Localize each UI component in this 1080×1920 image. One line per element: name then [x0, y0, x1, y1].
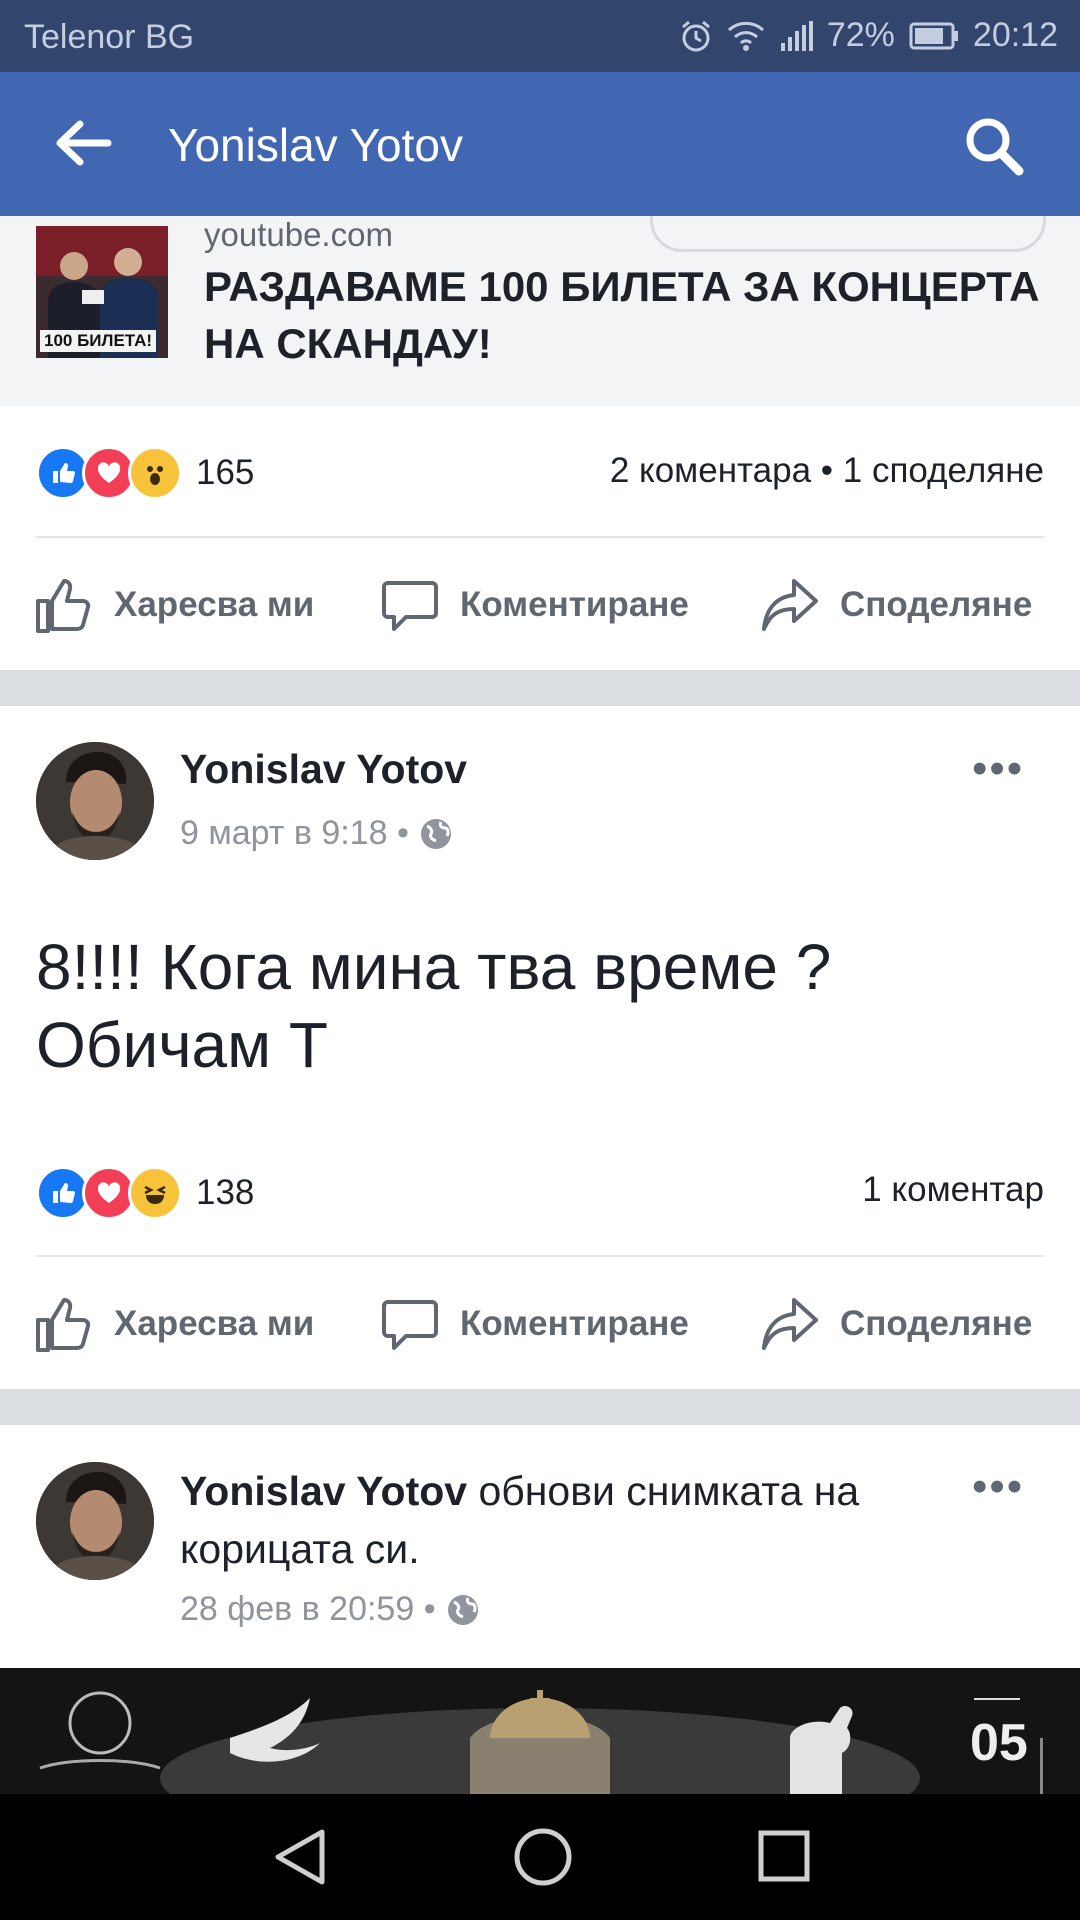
post-actions: Харесва ми Коментиране Споделяне [0, 548, 1080, 658]
back-triangle-icon[interactable] [270, 1826, 330, 1893]
feed-separator [0, 670, 1080, 706]
avatar[interactable] [36, 742, 154, 860]
status-bar: Telenor BG 72% 20:12 [0, 0, 1080, 72]
like-label: Харесва ми [114, 1304, 315, 1343]
comment-bubble-icon [382, 1300, 438, 1350]
like-button[interactable]: Харесва ми [34, 575, 314, 635]
globe-icon [446, 1593, 480, 1627]
system-nav-bar [0, 1794, 1080, 1920]
post-author[interactable]: Yonislav Yotov [180, 746, 467, 793]
clock: 20:12 [972, 16, 1058, 54]
timestamp-text: 28 фев в 20:59 • [180, 1590, 436, 1628]
share-arrow-icon [762, 579, 818, 631]
like-button[interactable]: Харесва ми [34, 1294, 314, 1354]
cover-date-text: 05 [970, 1714, 1028, 1772]
post-actions: Харесва ми Коментиране Споделяне [0, 1267, 1080, 1377]
thumbs-up-icon [36, 579, 91, 633]
avatar[interactable] [36, 1462, 154, 1580]
battery-percent: 72% [826, 16, 895, 54]
post-author[interactable]: Yonislav Yotov [180, 1468, 467, 1514]
globe-icon [419, 817, 453, 851]
battery-icon [909, 22, 959, 50]
reaction-summary[interactable]: 165 [36, 446, 254, 500]
share-button[interactable]: Споделяне [760, 1294, 1032, 1354]
comment-button[interactable]: Коментиране [380, 575, 689, 635]
link-thumbnail[interactable]: 100 БИЛЕТА! [36, 226, 168, 358]
link-preview[interactable]: 100 БИЛЕТА! youtube.com РАЗДАВАМЕ 100 БИ… [0, 216, 1080, 406]
divider [36, 536, 1044, 538]
cover-photo[interactable]: 05 [0, 1668, 1080, 1794]
link-domain: youtube.com [204, 216, 393, 253]
haha-reaction-icon [128, 1166, 182, 1220]
wifi-icon [727, 20, 765, 52]
comment-bubble-icon [382, 581, 438, 631]
recents-square-icon[interactable] [756, 1828, 812, 1889]
more-options-icon[interactable]: ••• [972, 744, 1024, 794]
link-button-edge[interactable] [650, 216, 1046, 252]
share-label: Споделяне [840, 1304, 1033, 1343]
status-icons: 72% 20:12 [679, 16, 1058, 55]
share-label: Споделяне [840, 585, 1033, 624]
alarm-icon [679, 19, 713, 53]
wow-reaction-icon [128, 446, 182, 500]
post-header-text: Yonislav Yotov обнови снимката на корица… [180, 1462, 950, 1578]
home-circle-icon[interactable] [512, 1826, 574, 1893]
comments-shares-count[interactable]: 2 коментара • 1 споделяне [610, 451, 1044, 491]
thumbs-up-icon [36, 1298, 91, 1352]
comments-count[interactable]: 1 коментар [862, 1170, 1044, 1210]
comment-label: Коментиране [460, 585, 689, 624]
search-icon[interactable] [962, 114, 1026, 183]
post-timestamp[interactable]: 28 фев в 20:59 • [180, 1590, 480, 1629]
carrier-label: Telenor BG [24, 18, 195, 56]
page-title: Yonislav Yotov [168, 119, 464, 171]
reaction-count: 138 [196, 1173, 255, 1212]
thumbnail-caption: 100 БИЛЕТА! [40, 330, 157, 352]
like-label: Харесва ми [114, 585, 315, 624]
comment-button[interactable]: Коментиране [380, 1294, 689, 1354]
reaction-count: 165 [196, 453, 255, 492]
app-bar: Yonislav Yotov [0, 72, 1080, 216]
more-options-icon[interactable]: ••• [972, 1462, 1024, 1512]
feed-separator [0, 1389, 1080, 1425]
reaction-summary[interactable]: 138 [36, 1166, 254, 1220]
back-arrow-icon[interactable] [54, 118, 112, 173]
comment-label: Коментиране [460, 1304, 689, 1343]
post-text-line: Обичам Т [36, 1009, 328, 1081]
share-arrow-icon [762, 1298, 818, 1350]
divider [36, 1255, 1044, 1257]
timestamp-text: 9 март в 9:18 • [180, 814, 409, 852]
link-headline[interactable]: РАЗДАВАМЕ 100 БИЛЕТА ЗА КОНЦЕРТА НА СКАН… [204, 258, 1044, 372]
signal-icon [779, 20, 813, 51]
post-text-line: 8!!!! Кога мина тва време ? [36, 931, 832, 1003]
post-text: 8!!!! Кога мина тва време ? Обичам Т [36, 928, 1036, 1084]
share-button[interactable]: Споделяне [760, 575, 1032, 635]
post-timestamp[interactable]: 9 март в 9:18 • [180, 814, 453, 853]
